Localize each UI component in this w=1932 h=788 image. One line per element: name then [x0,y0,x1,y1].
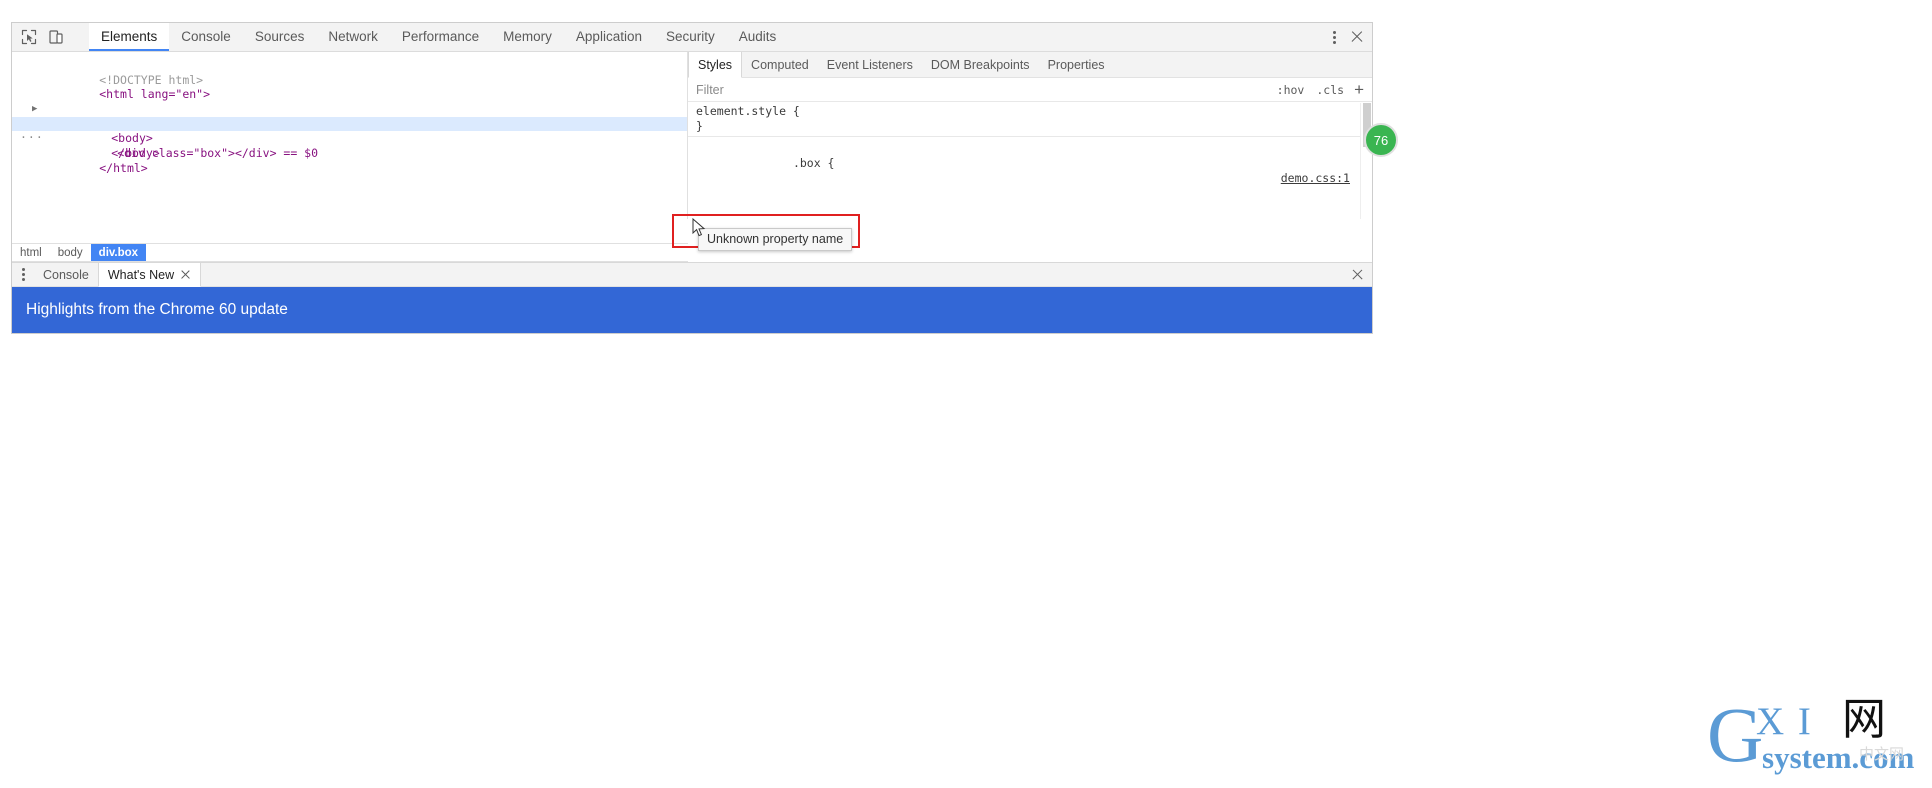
breadcrumb-item-html-label: html [20,246,42,259]
tab-security[interactable]: Security [653,23,727,51]
drawer-tab-console-label: Console [43,267,89,282]
rule-box-selector: .box { [792,156,835,170]
rule-element-style-close: } [696,119,703,133]
more-vertical-icon[interactable] [1332,29,1336,45]
tab-application-label: Application [575,28,642,44]
tab-dom-breakpoints[interactable]: DOM Breakpoints [922,52,1039,77]
drawer-tab-strip: Console What's New [12,263,1372,287]
breadcrumb-item-body[interactable]: body [50,244,91,261]
tab-computed[interactable]: Computed [742,52,818,77]
coverage-badge[interactable]: 76 [1364,123,1398,157]
tab-event-listeners[interactable]: Event Listeners [818,52,922,77]
dom-line-html-close-text: </html> [99,160,148,175]
new-style-rule-button[interactable]: + [1350,81,1372,98]
watermark-logo: G X I 网 system.com 中文网 [1707,694,1917,774]
tab-console[interactable]: Console [169,23,243,51]
toolbar-icon-group [12,23,89,51]
tab-dom-breakpoints-label: DOM Breakpoints [930,57,1030,72]
styles-tab-strip: Styles Computed Event Listeners DOM Brea… [688,52,1372,78]
rule-box-source-link[interactable]: demo.css:1 [1281,171,1350,186]
tab-computed-label: Computed [751,57,809,72]
unknown-property-tooltip: Unknown property name [698,228,853,251]
panel-tab-strip: Elements Console Sources Network Perform… [89,23,1332,51]
more-vertical-icon[interactable] [12,263,34,286]
watermark-xi: X I [1756,700,1813,743]
inspect-element-icon[interactable] [20,28,38,46]
devtools-toolbar: Elements Console Sources Network Perform… [12,23,1372,52]
tab-styles[interactable]: Styles [688,52,743,78]
drawer-tab-whats-new[interactable]: What's New [97,263,202,287]
devtools-window: Elements Console Sources Network Perform… [11,22,1398,334]
dom-tree-panel[interactable]: <!DOCTYPE html> <html lang="en"> ▶ <head… [12,52,688,219]
rule-box[interactable]: .box { demo.css:1 width: 200px; height: … [688,136,1372,217]
dom-line-body-close[interactable]: </body> [12,131,687,160]
breadcrumb-item-div-box-label: div.box [98,246,139,259]
tab-elements[interactable]: Elements [89,23,170,51]
tab-performance[interactable]: Performance [389,23,492,51]
toolbar-right-controls [1332,23,1372,51]
dom-line-head[interactable]: ▶ <head>…</head> [12,87,687,131]
tab-elements-label: Elements [101,28,158,44]
dom-line-selected-div[interactable]: ··· <div class="box"></div> == $0 [12,116,687,160]
breadcrumb-item-body-label: body [57,246,83,259]
tab-audits[interactable]: Audits [726,23,789,51]
mouse-cursor-icon [692,218,706,237]
dom-line-body-open[interactable]: ▼ <body> [12,102,687,146]
tab-application[interactable]: Application [563,23,654,51]
drawer-close-icon[interactable] [1351,268,1364,281]
close-icon[interactable] [1350,30,1364,44]
breadcrumb-item-div-box[interactable]: div.box [90,244,147,261]
tab-event-listeners-label: Event Listeners [826,57,913,72]
tab-memory-label: Memory [503,28,552,44]
whats-new-banner: Highlights from the Chrome 60 update [12,287,1372,333]
dom-line-html-open[interactable]: <html lang="en"> [12,73,687,101]
dom-line-doctype[interactable]: <!DOCTYPE html> [12,58,687,87]
drawer-tab-whats-new-label: What's New [107,267,175,282]
devtools-main-split: <!DOCTYPE html> <html lang="en"> ▶ <head… [12,52,1372,219]
watermark-cn-glyph: 网 [1842,694,1886,745]
screenshot-root: Elements Console Sources Network Perform… [0,0,1932,788]
styles-sidebar: Styles Computed Event Listeners DOM Brea… [688,52,1372,219]
coverage-badge-value: 76 [1373,132,1389,148]
tab-security-label: Security [665,28,715,44]
devtools-drawer: Console What's New Highlights from the C… [12,262,1372,333]
tab-memory[interactable]: Memory [491,23,564,51]
declaration-width-value[interactable]: 200px [853,216,888,217]
tab-console-label: Console [181,28,231,44]
tab-sources-label: Sources [254,28,305,44]
unknown-property-tooltip-text: Unknown property name [707,232,844,246]
drawer-tab-console[interactable]: Console [34,263,98,286]
dom-line-html-close[interactable]: </html> [12,146,687,175]
whats-new-banner-title: Highlights from the Chrome 60 update [26,301,288,318]
breadcrumb: html body div.box [12,243,688,262]
close-icon[interactable] [180,269,191,280]
tab-network[interactable]: Network [316,23,390,51]
watermark-g: G [1707,691,1764,778]
device-toolbar-icon[interactable] [47,28,65,46]
styles-filter-bar: Filter :hov .cls + [688,78,1372,102]
rule-element-style[interactable]: element.style { } [688,102,1372,136]
tab-properties[interactable]: Properties [1039,52,1114,77]
tab-performance-label: Performance [401,28,480,44]
styles-scrollbar[interactable] [1360,103,1372,219]
watermark-faint-text: 中文网 [1859,745,1905,763]
hov-button[interactable]: :hov [1271,83,1311,97]
tab-styles-label: Styles [698,57,733,72]
cls-button[interactable]: .cls [1310,83,1350,97]
tab-network-label: Network [328,28,378,44]
css-rules-list: element.style { } .box { demo.css:1 widt… [688,102,1372,217]
filter-input[interactable]: Filter [688,83,1271,97]
tab-sources[interactable]: Sources [242,23,317,51]
breadcrumb-item-html[interactable]: html [12,244,50,261]
declaration-width-name[interactable]: width [805,216,840,217]
tab-audits-label: Audits [738,28,777,44]
tab-properties-label: Properties [1047,57,1105,72]
declaration-width[interactable]: width: 200px; [688,201,1372,217]
rule-element-style-selector: element.style { [696,104,800,118]
